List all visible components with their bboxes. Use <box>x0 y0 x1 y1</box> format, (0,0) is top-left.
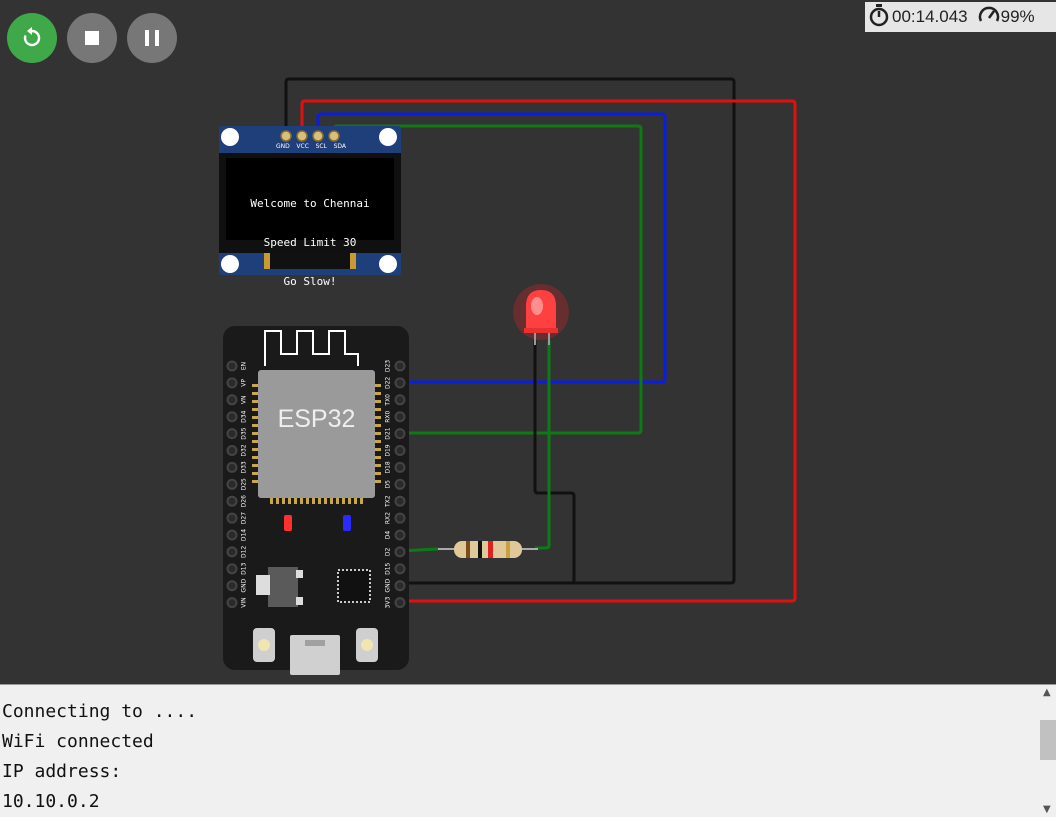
simulation-canvas[interactable]: EN VP VN D34 D35 D32 D33 D25 D26 D27 D14 D12 D13 GND V… <box>0 0 1056 684</box>
right-pin-label: RX2 <box>385 512 392 524</box>
simulation-speed: 99% <box>1000 7 1035 26</box>
oled-screen-text: Welcome to Chennai Speed Limit 30 Go Slo… <box>226 171 394 314</box>
left-pin-d33[interactable] <box>226 461 238 473</box>
right-pin-label: 3V3 <box>385 597 392 609</box>
right-pin-rx2[interactable] <box>394 512 406 524</box>
left-pin-d35[interactable] <box>226 428 238 440</box>
serial-output: Connecting to .... WiFi connected IP add… <box>2 697 197 817</box>
right-pin-d2[interactable] <box>394 546 406 558</box>
simulation-status: 00:14.043 99% <box>865 2 1056 32</box>
left-pin-d32[interactable] <box>226 445 238 456</box>
scrollbar-thumb[interactable] <box>1040 720 1056 760</box>
right-pin-d5[interactable] <box>394 478 406 490</box>
left-pin-label: D26 <box>241 495 248 507</box>
right-pin-label: TX0 <box>385 394 392 407</box>
right-pin-label: D5 <box>385 480 392 489</box>
oled-pin-vcc: VCC <box>296 143 309 150</box>
right-pin-label: TX2 <box>385 495 392 508</box>
serial-scrollbar[interactable]: ▲ ▼ <box>1039 685 1056 817</box>
serial-line: 10.10.0.2 <box>2 791 100 812</box>
right-pin-d23[interactable] <box>394 360 406 372</box>
scroll-up-icon[interactable]: ▲ <box>1043 687 1051 698</box>
stop-icon <box>85 31 99 45</box>
wire-led-anode-resistor <box>535 340 551 550</box>
esp32-chip-label: ESP32 <box>277 405 356 433</box>
right-pin-d15[interactable] <box>394 563 406 575</box>
left-pin-label: D12 <box>241 546 248 558</box>
left-pin-label: D14 <box>241 529 248 541</box>
right-pin-tx2[interactable] <box>394 495 406 507</box>
circuit-diagram: EN VP VN D34 D35 D32 D33 D25 D26 D27 D14 D12 D13 GND V… <box>219 77 797 675</box>
stop-button[interactable] <box>67 13 117 63</box>
elapsed-time: 00:14.043 <box>892 7 968 26</box>
left-pin-d25[interactable] <box>226 478 238 490</box>
oled-line-2: Speed Limit 30 <box>263 236 357 249</box>
left-pin-d26[interactable] <box>226 495 238 507</box>
right-pin-d21[interactable] <box>394 428 406 440</box>
resistor[interactable] <box>438 541 538 558</box>
left-pin-en[interactable] <box>226 360 238 372</box>
esp32-board[interactable]: EN VP VN D34 D35 D32 D33 D25 D26 D27 D14 D12 D13 GND V… <box>223 326 409 675</box>
right-pin-label: D19 <box>385 444 392 456</box>
right-pin-rx0[interactable] <box>394 411 406 423</box>
oled-line-1: Welcome to Chennai <box>250 197 370 210</box>
left-pin-gnd[interactable] <box>226 580 238 592</box>
right-pin-d4[interactable] <box>394 529 406 541</box>
left-pin-label: D32 <box>241 444 248 456</box>
red-led[interactable] <box>513 284 569 345</box>
left-pin-label: D13 <box>241 562 248 574</box>
left-pin-label: D34 <box>241 410 248 422</box>
pause-icon <box>145 30 159 46</box>
serial-line: Connecting to .... <box>2 701 198 722</box>
left-pin-d34[interactable] <box>226 411 238 423</box>
left-pin-d14[interactable] <box>226 529 238 541</box>
left-pin-d13[interactable] <box>226 563 238 575</box>
left-pin-label: EN <box>241 362 248 370</box>
scroll-down-icon[interactable]: ▼ <box>1043 804 1051 815</box>
oled-pin-gnd: GND <box>276 143 290 150</box>
restart-button[interactable] <box>7 13 57 63</box>
right-pin-label: D15 <box>385 562 392 574</box>
right-pin-label: GND <box>385 578 392 592</box>
right-pin-label: D4 <box>385 531 392 540</box>
oled-pin-labels: GND VCC SCL SDA <box>276 143 346 150</box>
right-pin-label: D22 <box>385 377 392 389</box>
right-pin-d18[interactable] <box>394 461 406 473</box>
right-pin-label: RX0 <box>385 410 392 422</box>
pause-button[interactable] <box>127 13 177 63</box>
left-pin-vp[interactable] <box>226 377 238 389</box>
left-pin-label: VIN <box>241 597 248 607</box>
right-pin-d22[interactable] <box>394 377 406 389</box>
left-pin-vin[interactable] <box>226 597 238 609</box>
stopwatch-icon <box>868 3 890 32</box>
right-pin-label: D23 <box>385 360 392 372</box>
right-pin-label: D21 <box>385 427 392 439</box>
left-pin-label: VP <box>241 379 248 387</box>
left-pin-d27[interactable] <box>226 512 238 524</box>
left-pin-d12[interactable] <box>226 546 238 558</box>
serial-monitor[interactable]: Connecting to .... WiFi connected IP add… <box>0 684 1056 817</box>
right-pin-tx0[interactable] <box>394 394 406 406</box>
oled-pin-scl: SCL <box>315 143 327 150</box>
oled-line-3: Go Slow! <box>283 275 337 288</box>
restart-icon <box>21 27 43 49</box>
left-pin-label: D27 <box>241 512 248 524</box>
speedometer-icon <box>978 5 1000 30</box>
right-pin-gnd[interactable] <box>394 580 406 592</box>
right-pin-label: D2 <box>385 547 392 556</box>
onboard-blue-led <box>343 515 351 531</box>
left-pin-label: D35 <box>241 427 248 439</box>
right-pin-3v3[interactable] <box>394 597 406 609</box>
serial-line: WiFi connected <box>2 731 154 752</box>
left-pin-label: GND <box>241 578 248 592</box>
serial-line: IP address: <box>2 761 122 782</box>
left-pin-label: D33 <box>241 461 248 473</box>
oled-pin-sda: SDA <box>333 143 346 150</box>
left-pin-vn[interactable] <box>226 394 238 406</box>
left-pin-label: D25 <box>241 478 248 490</box>
right-pin-d19[interactable] <box>394 445 406 456</box>
onboard-red-led <box>284 515 292 531</box>
right-pin-label: D18 <box>385 461 392 473</box>
left-pin-label: VN <box>241 396 248 405</box>
